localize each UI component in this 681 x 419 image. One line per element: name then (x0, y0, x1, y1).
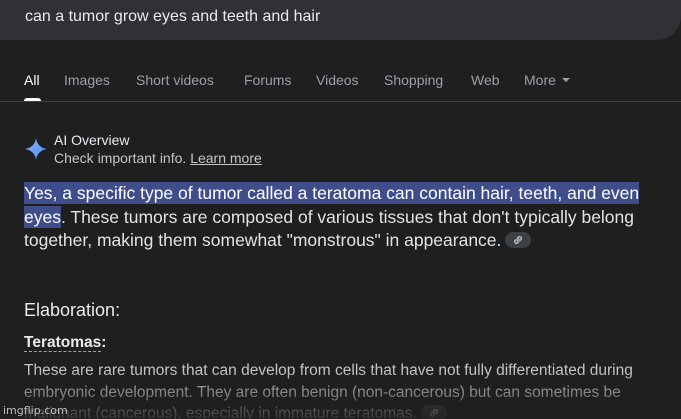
ai-overview-subtitle: Check important info. Learn more (54, 150, 262, 166)
imgflip-watermark: imgflip.com (3, 404, 68, 417)
ai-overview-title: AI Overview (54, 132, 130, 148)
tab-shopping[interactable]: Shopping (384, 72, 443, 88)
source-link-button[interactable] (505, 232, 532, 249)
link-icon (514, 236, 523, 245)
teratomas-subheading: Teratomas: (24, 334, 106, 352)
elaboration-heading: Elaboration: (24, 300, 121, 320)
teratomas-term[interactable]: Teratomas (24, 334, 102, 352)
tab-forums[interactable]: Forums (244, 72, 291, 88)
tab-short-videos[interactable]: Short videos (136, 72, 214, 88)
ai-overview-answer: Yes, a specific type of tumor called a t… (24, 182, 664, 253)
teratomas-description: These are rare tumors that can develop f… (24, 360, 664, 419)
tab-more[interactable]: More (524, 72, 570, 88)
tab-web[interactable]: Web (471, 72, 500, 88)
tab-all[interactable]: All (24, 72, 40, 88)
tab-images[interactable]: Images (64, 72, 110, 88)
tabs-divider (0, 101, 681, 102)
sparkle-icon (25, 138, 47, 160)
link-icon (429, 408, 438, 417)
search-results-page: can a tumor grow eyes and teeth and hair… (0, 0, 681, 419)
source-link-button-2[interactable] (420, 404, 447, 419)
learn-more-link[interactable]: Learn more (190, 150, 262, 166)
ai-overview-notice: Check important info. (54, 150, 187, 166)
search-bar[interactable]: can a tumor grow eyes and teeth and hair (0, 0, 681, 40)
tab-more-label: More (524, 72, 556, 88)
teratomas-body: These are rare tumors that can develop f… (24, 362, 633, 419)
subheading-colon: : (101, 334, 107, 351)
answer-text: . These tumors are composed of various t… (24, 206, 635, 251)
caret-down-icon (561, 78, 570, 83)
tab-videos[interactable]: Videos (316, 72, 359, 88)
search-input[interactable]: can a tumor grow eyes and teeth and hair (25, 8, 320, 26)
